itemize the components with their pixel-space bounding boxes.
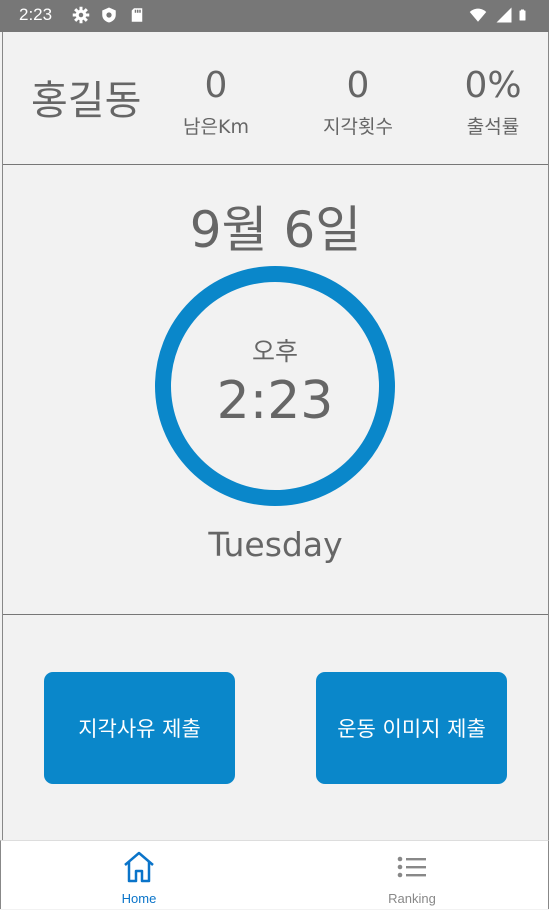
nav-home[interactable]: Home [69,841,209,910]
nav-label: Home [121,891,157,906]
battery-icon [519,9,526,21]
clock-section: 9월 6일 오후 2:23 Tuesday [3,165,548,615]
stat-label: 출석률 [466,116,520,138]
settings-gear-icon [72,6,90,24]
clock-time: 2:23 [216,371,334,431]
sd-card-icon [131,8,143,22]
status-icons-right [467,6,531,24]
nav-ranking[interactable]: Ranking [342,841,482,910]
current-date: 9월 6일 [189,201,362,259]
stat-value: 0 [204,65,228,106]
status-bar: 2:23 [0,0,549,32]
stat-value: 0% [464,65,522,106]
list-icon [397,856,426,878]
bottom-navigation: Home Ranking [0,840,549,909]
stat-late-count: 0 지각횟수 [314,66,402,139]
wifi-icon [469,8,487,22]
home-icon [124,851,154,883]
stat-label: 남은Km [183,116,249,138]
status-time: 2:23 [19,5,53,24]
cellular-signal-icon [496,7,512,23]
stat-value: 0 [346,65,370,106]
header-stats: 홍길동 0 남은Km 0 지각횟수 0% 출석률 [3,32,548,165]
user-name: 홍길동 [31,78,142,124]
nav-label: Ranking [388,891,436,906]
am-pm-label: 오후 [251,337,298,366]
submit-late-reason-button[interactable]: 지각사유 제출 [44,672,235,784]
main-frame: 홍길동 0 남은Km 0 지각횟수 0% 출석률 9월 6일 오후 2:23 T… [2,32,549,840]
submit-exercise-image-button[interactable]: 운동 이미지 제출 [316,672,507,784]
stat-remaining-km: 0 남은Km [175,66,257,139]
stat-attendance-rate: 0% 출석률 [458,66,528,139]
stat-label: 지각횟수 [323,116,393,138]
weekday: Tuesday [208,525,343,564]
status-icons-left [72,6,146,24]
shield-icon [102,7,116,23]
